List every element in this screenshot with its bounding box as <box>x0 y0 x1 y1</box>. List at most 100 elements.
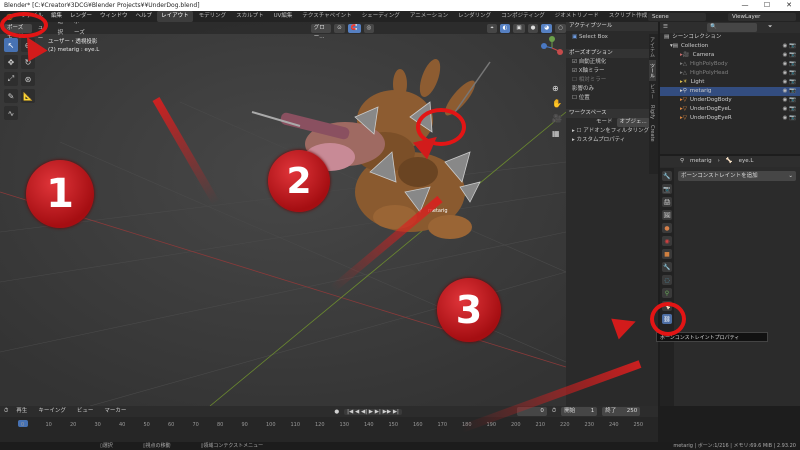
menu-render[interactable]: レンダー <box>67 11 95 22</box>
tab-sculpt[interactable]: スカルプト <box>232 11 268 22</box>
tab-scripting[interactable]: スクリプト作成 <box>605 11 652 22</box>
outliner-row-underdogeyel[interactable]: ▸▽ UnderDogEyeL ◉ 📷 <box>660 105 800 114</box>
active-tool-header[interactable]: アクティブツール <box>566 22 658 31</box>
output-tab-icon[interactable]: 🖨 <box>662 197 672 207</box>
zoom-icon[interactable]: ⊕ <box>552 84 562 93</box>
tab-compositing[interactable]: コンポジティング <box>497 11 549 22</box>
menu-edit[interactable]: 編集 <box>48 11 65 22</box>
mode-dropdown[interactable]: オブジェ... <box>616 118 650 127</box>
transform-tool[interactable]: ⊛ <box>21 72 35 86</box>
tab-rendering[interactable]: レンダリング <box>454 11 495 22</box>
tool-tab-icon[interactable]: 🔧 <box>662 171 672 181</box>
annotate-tool[interactable]: ✎ <box>4 89 18 103</box>
position-checkbox[interactable]: ☐ 位置 <box>566 94 658 103</box>
shading-render-icon[interactable]: ○ <box>555 23 566 33</box>
move-tool[interactable]: ✥ <box>4 55 18 69</box>
sidebar-tab-view[interactable]: ビュー <box>649 81 656 102</box>
camera-icon[interactable]: 🎥 <box>552 114 562 123</box>
timeline-tick-label: 0 <box>21 422 25 428</box>
auto-normalize-checkbox[interactable]: ☑ 自動正規化 <box>566 58 658 67</box>
workspace-header[interactable]: ワークスペース <box>566 109 658 118</box>
object-tab-icon[interactable]: ■ <box>662 249 672 259</box>
outliner-row-highpolybody[interactable]: ▸△ HighPolyBody ◉ 📷 <box>660 60 800 69</box>
object-data-tab-icon[interactable]: ⚲ <box>662 288 672 298</box>
custom-props-subpanel[interactable]: ▸ カスタムプロパティ <box>566 136 658 145</box>
scene-tab-icon[interactable]: ● <box>662 223 672 233</box>
outliner-row-underdogeyer[interactable]: ▸▽ UnderDogEyeR ◉ 📷 <box>660 114 800 123</box>
tab-layout[interactable]: レイアウト <box>157 11 193 22</box>
gizmo-icon[interactable]: ⌖ <box>487 23 497 33</box>
select-box-option[interactable]: ▣ Select Box <box>566 31 658 43</box>
addon-filter-subpanel[interactable]: ▸ ☐ アドオンをフィルタリング <box>566 127 658 136</box>
outliner-row-camera[interactable]: ▸🎥 Camera ◉ 📷 <box>660 51 800 60</box>
filter-icon[interactable]: ⏷ <box>768 23 772 32</box>
scene-selector[interactable]: Scene <box>648 12 706 21</box>
shading-solid-icon[interactable]: ● <box>527 23 539 33</box>
pivot-icon[interactable]: ⊙ <box>334 23 345 33</box>
view-layer-tab-icon[interactable]: 🖼 <box>662 210 672 220</box>
outliner-search[interactable]: 🔍 <box>706 23 757 32</box>
tab-texture-paint[interactable]: テクスチャペイント <box>298 11 355 22</box>
timeline-tick-label: 80 <box>217 422 224 428</box>
timeline-tick-label: 130 <box>339 422 350 428</box>
outliner-item-label: Camera <box>692 52 715 58</box>
visibility-icon[interactable]: ◉ 📷 <box>783 87 796 96</box>
menu-window[interactable]: ウィンドウ <box>97 11 131 22</box>
sidebar-tab-create[interactable]: Create <box>649 122 655 145</box>
scene-collection-row[interactable]: ▤ シーンコレクション <box>660 33 800 42</box>
pose-tool[interactable]: ∿ <box>4 106 18 120</box>
outliner-row-light[interactable]: ▸☀ Light ◉ 📷 <box>660 78 800 87</box>
pose-options-header[interactable]: ポーズオプション <box>566 49 658 58</box>
proportional-icon[interactable]: ◎ <box>363 23 375 33</box>
minimize-icon[interactable]: — <box>734 0 756 11</box>
measure-tool[interactable]: 📐 <box>21 89 35 103</box>
breadcrumb-bone: eye.L <box>738 158 754 164</box>
transform-orientation[interactable]: グロー... <box>310 23 332 40</box>
tab-geometry-nodes[interactable]: ジオメトリノード <box>551 11 603 22</box>
maximize-icon[interactable]: ☐ <box>756 0 778 11</box>
grid-view-icon[interactable]: ▦ <box>552 129 562 138</box>
xray-icon[interactable]: ▣ <box>513 23 525 33</box>
outliner-row-highpolyhead[interactable]: ▸△ HighPolyHead ◉ 📷 <box>660 69 800 78</box>
snap-icon[interactable]: 🧲 <box>347 23 361 33</box>
sidebar-tab-tool[interactable]: ツール <box>649 60 656 81</box>
light-icon: ▸☀ <box>680 79 688 85</box>
status-bar: ▯ 選択 ▯ 視点の移動 ▯ 領域コンテクストメニュー metarig | ボー… <box>0 442 800 450</box>
world-tab-icon[interactable]: ◉ <box>662 236 672 246</box>
timeline-tick-label: 140 <box>364 422 374 428</box>
visibility-icon[interactable]: ◉ 📷 <box>783 60 796 69</box>
outliner-row-metarig[interactable]: ▸⚲ metarig ◉ 📷 <box>660 87 800 96</box>
visibility-icon[interactable]: ◉ 📷 <box>783 42 796 51</box>
outliner-row-collection[interactable]: ▾▤ Collection ◉ 📷 <box>660 42 800 51</box>
viewlayer-selector[interactable]: ViewLayer <box>728 12 796 21</box>
visibility-icon[interactable]: ◉ 📷 <box>783 105 796 114</box>
tab-uv-editing[interactable]: UV編集 <box>270 11 297 22</box>
tab-animation[interactable]: アニメーション <box>406 11 452 22</box>
tab-shading[interactable]: シェーディング <box>358 11 404 22</box>
add-bone-constraint-dropdown[interactable]: ボーンコンストレイントを追加 ⌄ <box>678 171 796 181</box>
outliner-row-underdogbody[interactable]: ▸▽ UnderDogBody ◉ 📷 <box>660 96 800 105</box>
navigation-gizmo[interactable] <box>540 36 564 60</box>
menu-help[interactable]: ヘルプ <box>133 11 156 22</box>
render-tab-icon[interactable]: 📷 <box>662 184 672 194</box>
visibility-icon[interactable]: ◉ 📷 <box>783 96 796 105</box>
relative-mirror-checkbox[interactable]: ☐ 相対ミラー <box>566 76 658 85</box>
visibility-icon[interactable]: ◉ 📷 <box>783 114 796 123</box>
modifier-tab-icon[interactable]: 🔧 <box>662 262 672 272</box>
visibility-icon[interactable]: ◉ 📷 <box>783 78 796 87</box>
visibility-icon[interactable]: ◉ 📷 <box>783 69 796 78</box>
visibility-icon[interactable]: ◉ 📷 <box>783 51 796 60</box>
shading-material-icon[interactable]: ◕ <box>541 23 553 33</box>
sidebar-tab-item[interactable]: アイテム <box>649 34 656 60</box>
sidebar-tab-rigify[interactable]: Rigify <box>649 102 655 122</box>
select-box-tool[interactable]: ↖ <box>4 38 18 52</box>
x-mirror-checkbox[interactable]: ☑ X軸ミラー <box>566 67 658 76</box>
outliner-editor-icon[interactable]: ☰ <box>663 23 668 32</box>
timeline-tick-label: 90 <box>241 422 248 428</box>
overlay-icon[interactable]: ◐ <box>499 23 511 33</box>
tab-modeling[interactable]: モデリング <box>195 11 231 22</box>
physics-tab-icon[interactable]: ◌ <box>662 275 672 285</box>
pan-hand-icon[interactable]: ✋ <box>552 99 562 108</box>
close-icon[interactable]: ✕ <box>778 0 800 11</box>
scale-tool[interactable]: ⤢ <box>4 72 18 86</box>
